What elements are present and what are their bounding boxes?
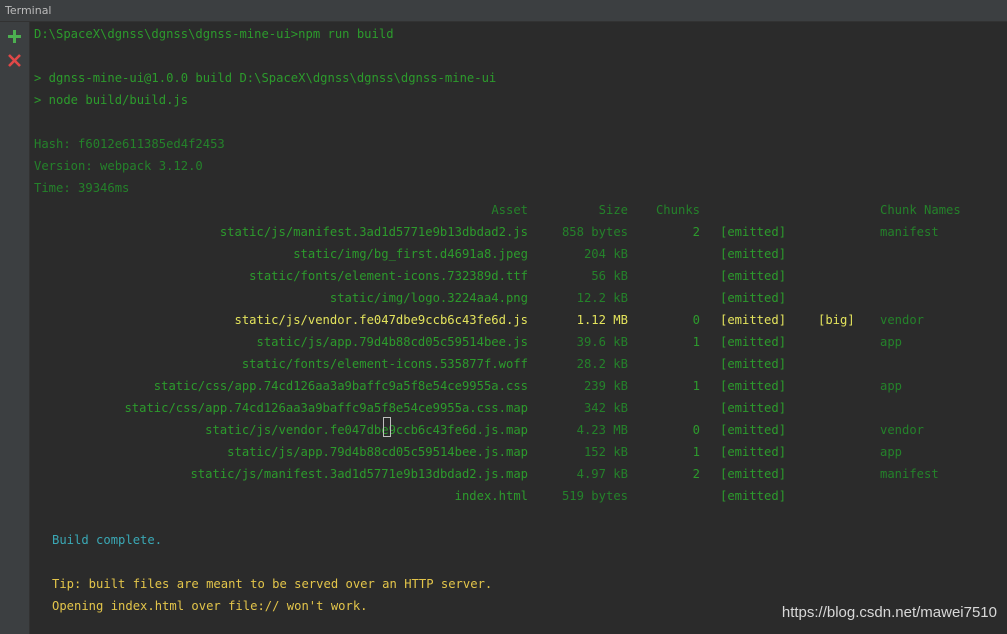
asset-chunk-names: app	[880, 335, 903, 349]
build-complete-message: Build complete.	[52, 533, 163, 547]
asset-status: [emitted]	[720, 357, 787, 371]
terminal-titlebar: Terminal	[0, 0, 1007, 22]
asset-chunks: 0	[692, 313, 700, 327]
asset-status: [emitted]	[720, 291, 787, 305]
tip-line: Tip: built files are meant to be served …	[52, 577, 493, 591]
asset-status: [emitted]	[720, 225, 787, 239]
asset-size: 4.97 kB	[576, 467, 628, 481]
text-cursor	[383, 417, 391, 437]
asset-name: static/js/vendor.fe047dbe9ccb6c43fe6d.js	[234, 313, 529, 327]
npm-line: > node build/build.js	[34, 93, 189, 107]
asset-size: 56 kB	[591, 269, 628, 283]
asset-chunks: 2	[692, 467, 700, 481]
asset-chunk-names: app	[880, 445, 903, 459]
asset-name: static/img/logo.3224aa4.png	[329, 291, 528, 305]
version-line: Version: webpack 3.12.0	[34, 159, 203, 173]
asset-status: [emitted]	[720, 313, 787, 327]
asset-status: [emitted]	[720, 379, 787, 393]
asset-chunks: 0	[692, 423, 700, 437]
asset-size: 1.12 MB	[576, 313, 628, 327]
asset-chunk-names: vendor	[880, 313, 925, 327]
asset-size: 858 bytes	[561, 225, 628, 239]
asset-size: 28.2 kB	[576, 357, 628, 371]
command-line: D:\SpaceX\dgnss\dgnss\dgnss-mine-ui>npm …	[34, 27, 394, 41]
table-header-chunks: Chunks	[655, 203, 700, 217]
tip-line: Opening index.html over file:// won't wo…	[52, 599, 368, 613]
asset-status: [emitted]	[720, 401, 787, 415]
asset-status: [emitted]	[720, 445, 787, 459]
asset-status: [emitted]	[720, 489, 787, 503]
window-title: Terminal	[5, 4, 52, 17]
asset-name: static/js/app.79d4b88cd05c59514bee.js.ma…	[227, 445, 528, 459]
terminal-sidebar	[0, 22, 30, 634]
asset-name: static/css/app.74cd126aa3a9baffc9a5f8e54…	[124, 401, 528, 415]
asset-name: static/js/vendor.fe047dbe9ccb6c43fe6d.js…	[205, 423, 528, 437]
asset-status: [emitted]	[720, 247, 787, 261]
asset-chunk-names: manifest	[880, 225, 939, 239]
asset-chunks: 1	[692, 335, 700, 349]
asset-size: 239 kB	[583, 379, 628, 393]
asset-chunks: 1	[692, 445, 700, 459]
asset-status: [emitted]	[720, 335, 787, 349]
asset-status: [emitted]	[720, 269, 787, 283]
table-header-asset: Asset	[491, 203, 528, 217]
npm-line: > dgnss-mine-ui@1.0.0 build D:\SpaceX\dg…	[34, 71, 497, 85]
hash-line: Hash: f6012e611385ed4f2453	[34, 137, 225, 151]
asset-name: static/img/bg_first.d4691a8.jpeg	[293, 247, 528, 261]
asset-chunk-names: vendor	[880, 423, 925, 437]
asset-size: 39.6 kB	[576, 335, 628, 349]
plus-icon	[8, 30, 21, 43]
close-icon	[8, 54, 21, 67]
asset-name: static/css/app.74cd126aa3a9baffc9a5f8e54…	[153, 379, 528, 393]
table-header-size: Size	[598, 203, 628, 217]
asset-status: [emitted]	[720, 423, 787, 437]
asset-size: 342 kB	[583, 401, 628, 415]
asset-name: static/js/manifest.3ad1d5771e9b13dbdad2.…	[190, 467, 528, 481]
asset-chunk-names: app	[880, 379, 903, 393]
asset-size: 4.23 MB	[576, 423, 628, 437]
asset-name: static/fonts/element-icons.732389d.ttf	[249, 269, 528, 283]
asset-name: static/js/app.79d4b88cd05c59514bee.js	[256, 335, 529, 349]
asset-chunks: 1	[692, 379, 700, 393]
new-session-button[interactable]	[6, 28, 23, 45]
watermark: https://blog.csdn.net/mawei7510	[781, 604, 997, 621]
asset-size: 519 bytes	[561, 489, 628, 503]
asset-status: [emitted]	[720, 467, 787, 481]
asset-chunk-names: manifest	[880, 467, 939, 481]
close-session-button[interactable]	[6, 52, 23, 69]
asset-flag: [big]	[818, 313, 855, 327]
asset-name: index.html	[454, 489, 528, 503]
asset-name: static/fonts/element-icons.535877f.woff	[241, 357, 528, 371]
asset-chunks: 2	[692, 225, 700, 239]
table-header-chunk-names: Chunk Names	[880, 203, 961, 217]
asset-name: static/js/manifest.3ad1d5771e9b13dbdad2.…	[219, 225, 528, 239]
time-line: Time: 39346ms	[34, 181, 130, 195]
asset-size: 152 kB	[583, 445, 628, 459]
terminal-output[interactable]: D:\SpaceX\dgnss\dgnss\dgnss-mine-ui>npm …	[30, 22, 1007, 634]
asset-size: 12.2 kB	[576, 291, 628, 305]
asset-size: 204 kB	[583, 247, 628, 261]
